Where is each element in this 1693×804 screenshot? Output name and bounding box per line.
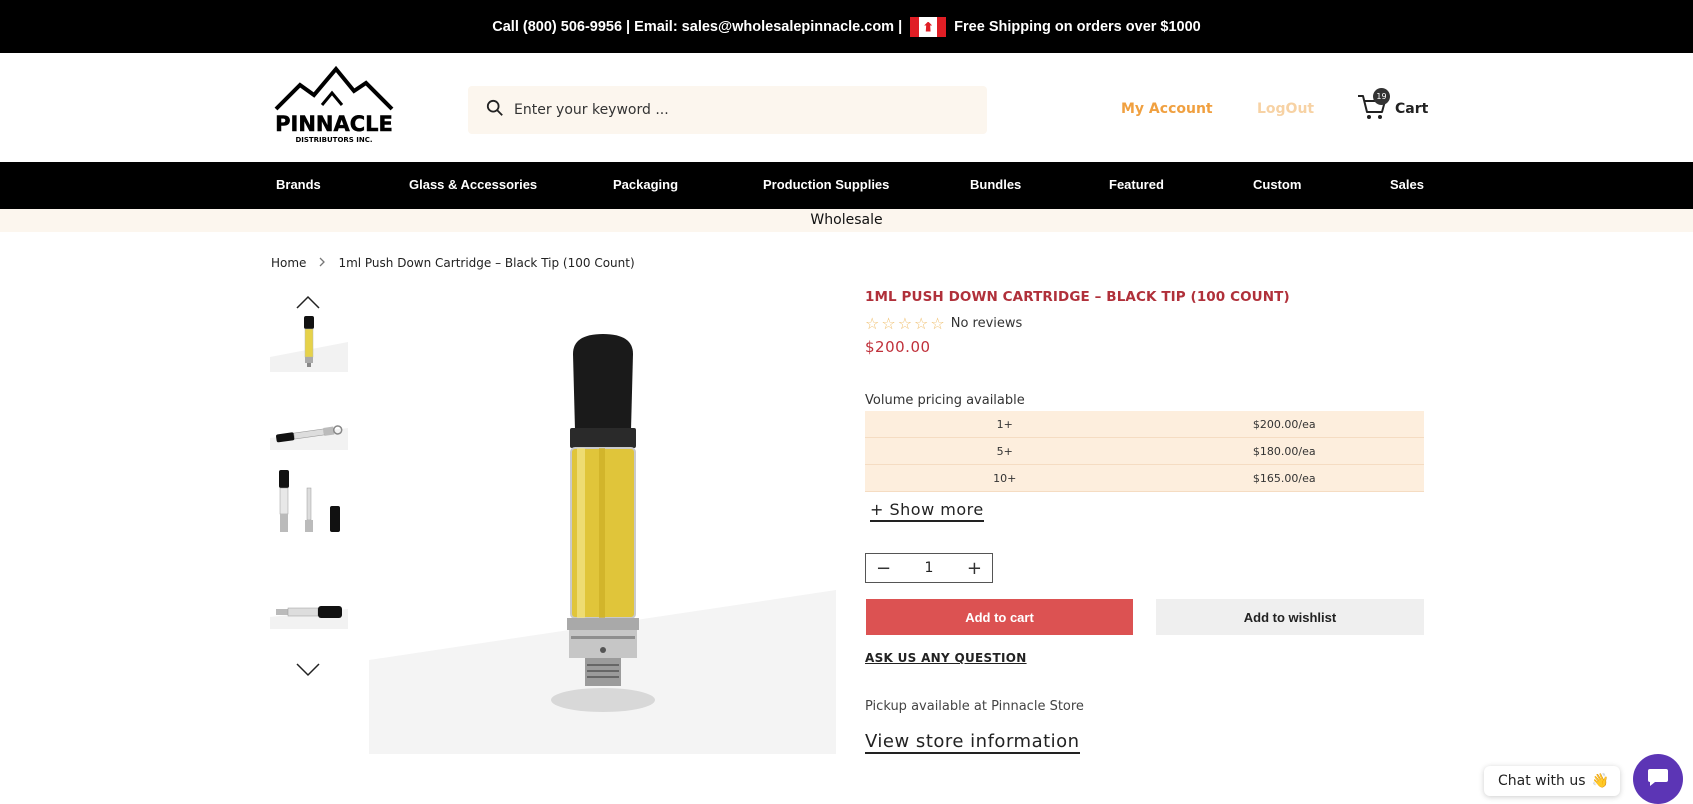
thumbnail-gallery	[270, 290, 348, 680]
show-more-button[interactable]: + Show more	[870, 500, 984, 522]
chat-bubble-icon	[1647, 767, 1669, 791]
site-logo[interactable]: PINNACLE DISTRIBUTORS INC.	[270, 65, 398, 145]
product-main-image[interactable]	[369, 290, 836, 754]
tier-qty: 10+	[993, 471, 1017, 485]
thumbnail-1[interactable]	[270, 312, 348, 372]
search-icon[interactable]	[486, 99, 504, 121]
thumbnail-2[interactable]	[270, 410, 348, 450]
volume-pricing-table: 1+ $200.00/ea 5+ $180.00/ea 10+ $165.00/…	[865, 411, 1424, 492]
quantity-value[interactable]: 1	[925, 560, 934, 576]
table-row: 10+ $165.00/ea	[865, 465, 1424, 492]
chat-prompt[interactable]: Chat with us 👋	[1484, 766, 1620, 796]
logo-subtext: DISTRIBUTORS INC.	[295, 136, 372, 144]
breadcrumb: Home 1ml Push Down Cartridge – Black Tip…	[271, 256, 635, 270]
tier-price: $165.00/ea	[1252, 471, 1316, 485]
star-icon: ☆	[914, 314, 929, 333]
thumbnail-3[interactable]	[270, 468, 348, 540]
nav-item-featured[interactable]: Featured	[1109, 177, 1164, 192]
star-rating[interactable]: ☆ ☆ ☆ ☆ ☆ No reviews	[865, 314, 1022, 333]
wave-icon: 👋	[1591, 773, 1609, 789]
add-to-wishlist-button[interactable]: Add to wishlist	[1156, 599, 1424, 635]
announcement-contact: Call (800) 506-9956 | Email: sales@whole…	[492, 18, 903, 35]
nav-item-brands[interactable]: Brands	[276, 177, 321, 192]
subnav-wholesale[interactable]: Wholesale	[0, 209, 1693, 232]
breadcrumb-home[interactable]: Home	[271, 256, 306, 270]
plus-icon[interactable]: +	[967, 558, 982, 579]
product-title: 1ML PUSH DOWN CARTRIDGE – BLACK TIP (100…	[865, 289, 1290, 305]
chevron-up-icon[interactable]	[296, 294, 320, 309]
canada-flag-icon	[910, 16, 947, 37]
nav-item-sales[interactable]: Sales	[1390, 177, 1424, 192]
logout-link[interactable]: LogOut	[1257, 101, 1314, 117]
main-nav: Brands Glass & Accessories Packaging Pro…	[0, 162, 1693, 209]
chevron-down-icon[interactable]	[296, 662, 320, 677]
nav-item-glass-accessories[interactable]: Glass & Accessories	[409, 177, 537, 192]
nav-item-custom[interactable]: Custom	[1253, 177, 1301, 192]
cart-label: Cart	[1395, 101, 1429, 117]
logo-text: PINNACLE	[275, 112, 393, 136]
table-row: 1+ $200.00/ea	[865, 411, 1424, 438]
review-count: No reviews	[950, 316, 1023, 331]
cart-count-badge: 19	[1373, 88, 1390, 105]
star-icon: ☆	[897, 314, 913, 333]
volume-pricing-label: Volume pricing available	[865, 393, 1025, 408]
my-account-link[interactable]: My Account	[1121, 101, 1213, 117]
search-input[interactable]	[514, 102, 914, 118]
site-header: PINNACLE DISTRIBUTORS INC. My Account Lo…	[0, 53, 1693, 162]
cart-button[interactable]: 19 Cart	[1357, 88, 1429, 125]
star-icon: ☆	[930, 314, 945, 333]
nav-item-bundles[interactable]: Bundles	[970, 177, 1021, 192]
tier-qty: 1+	[996, 417, 1013, 431]
star-icon: ☆	[881, 314, 896, 333]
nav-item-packaging[interactable]: Packaging	[613, 177, 678, 192]
product-price: $200.00	[865, 338, 931, 356]
thumbnail-4[interactable]	[270, 595, 348, 629]
view-store-information-link[interactable]: View store information	[865, 731, 1080, 754]
announcement-bar: Call (800) 506-9956 | Email: sales@whole…	[0, 0, 1693, 53]
cart-icon: 19	[1357, 88, 1390, 125]
ask-question-link[interactable]: ASK US ANY QUESTION	[865, 651, 1027, 665]
announcement-shipping: Free Shipping on orders over $1000	[954, 18, 1201, 35]
chevron-right-icon	[318, 256, 326, 270]
tier-qty: 5+	[996, 444, 1013, 458]
chat-label: Chat with us	[1498, 773, 1586, 789]
chat-open-button[interactable]	[1633, 754, 1683, 804]
table-row: 5+ $180.00/ea	[865, 438, 1424, 465]
tier-price: $200.00/ea	[1252, 417, 1316, 431]
tier-price: $180.00/ea	[1252, 444, 1316, 458]
nav-item-production-supplies[interactable]: Production Supplies	[763, 177, 889, 192]
star-icon: ☆	[865, 314, 880, 333]
add-to-cart-button[interactable]: Add to cart	[866, 599, 1133, 635]
breadcrumb-current: 1ml Push Down Cartridge – Black Tip (100…	[338, 256, 635, 270]
search-bar[interactable]	[468, 86, 987, 134]
pickup-availability: Pickup available at Pinnacle Store	[865, 699, 1084, 714]
minus-icon[interactable]: −	[876, 558, 891, 579]
quantity-stepper: − 1 +	[865, 553, 993, 583]
